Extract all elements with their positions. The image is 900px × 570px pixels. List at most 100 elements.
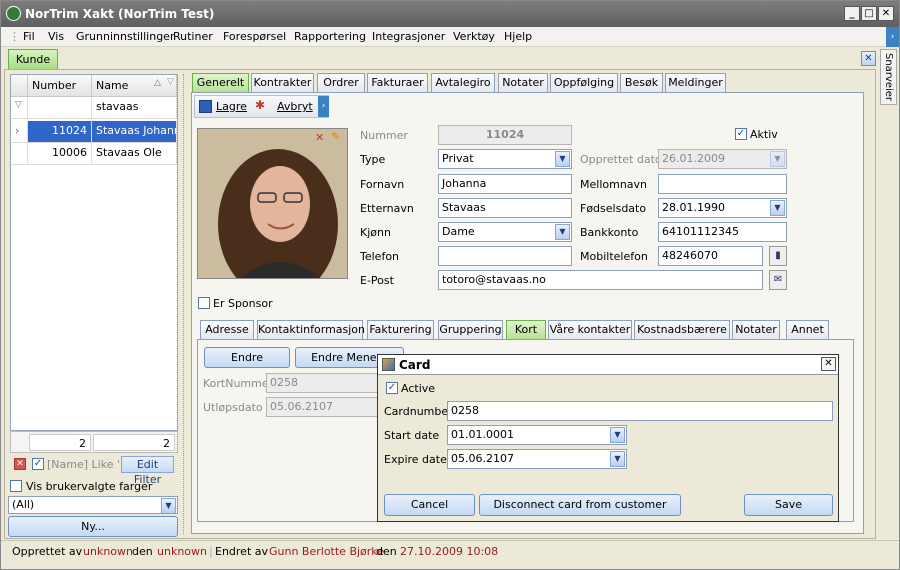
start-date-field[interactable]: 01.01.0001 ▼	[447, 425, 627, 445]
subtab-kort[interactable]: Kort	[506, 320, 546, 339]
chevron-down-icon[interactable]: ▼	[161, 498, 176, 513]
chevron-down-icon[interactable]: ▼	[770, 200, 785, 216]
tab-ordrer[interactable]: Ordrer	[317, 73, 365, 92]
fornavn-field[interactable]: Johanna	[438, 174, 572, 194]
table-row-number[interactable]: 10006	[28, 143, 92, 165]
menu-rutiner[interactable]: Rutiner	[173, 30, 213, 43]
subtab-kontaktinformasjon[interactable]: Kontaktinformasjon	[257, 320, 365, 339]
list-footer: 2 2	[10, 431, 178, 453]
kjonn-select[interactable]: Dame ▼	[438, 222, 572, 242]
label-expire-date: Expire date	[384, 453, 447, 466]
mail-icon[interactable]: ✉	[769, 270, 787, 290]
save-button[interactable]: Lagre	[216, 100, 247, 113]
close-tab-icon[interactable]: ✕	[861, 51, 876, 66]
count-cell: 2	[93, 434, 175, 451]
edit-photo-icon[interactable]: ✎	[331, 130, 340, 143]
tab-kunde[interactable]: Kunde	[8, 49, 58, 69]
delete-photo-icon[interactable]: ✕	[315, 131, 324, 144]
col-number-header[interactable]: Number	[28, 75, 92, 97]
card-icon	[382, 358, 395, 371]
phone-icon[interactable]: ▮	[769, 246, 787, 266]
tab-oppfolging[interactable]: Oppfølging	[550, 73, 618, 92]
subtab-gruppering[interactable]: Gruppering	[438, 320, 503, 339]
menu-integrasjoner[interactable]: Integrasjoner	[372, 30, 445, 43]
active-checkbox[interactable]: ✓	[386, 382, 398, 394]
filter-expression: [Name] Like '...	[47, 458, 131, 471]
menu-chevron-right-icon[interactable]: ›	[886, 27, 899, 47]
filter-name-cell[interactable]: stavaas	[92, 97, 177, 119]
filter-icon[interactable]: ▽	[167, 77, 174, 87]
expire-date-field[interactable]: 05.06.2107 ▼	[447, 449, 627, 469]
portrait-image	[198, 129, 347, 278]
tab-kontrakter[interactable]: Kontrakter	[251, 73, 314, 92]
filter-enabled-checkbox[interactable]: ✓	[32, 458, 44, 470]
title-bar: NorTrim Xakt (NorTrim Test) _ □ ✕	[1, 1, 899, 27]
chevron-down-icon[interactable]: ▼	[610, 451, 625, 467]
menu-hjelp[interactable]: Hjelp	[504, 30, 532, 43]
epost-field[interactable]: totoro@stavaas.no	[438, 270, 763, 290]
color-select[interactable]: (All) ▼	[8, 496, 178, 514]
subtab-vaare-kontakter[interactable]: Våre kontakter	[548, 320, 632, 339]
telefon-field[interactable]	[438, 246, 572, 266]
table-row-number[interactable]: 11024	[28, 121, 92, 143]
side-tab-snarveier[interactable]: Snarveier	[880, 49, 897, 105]
splitter[interactable]	[183, 74, 186, 534]
endre-button[interactable]: Endre	[204, 347, 290, 368]
filter-number-cell[interactable]	[28, 97, 92, 119]
subtab-annet[interactable]: Annet	[786, 320, 829, 339]
toolbar-chevron-icon[interactable]: ›	[318, 96, 329, 117]
subtab-adresse[interactable]: Adresse	[200, 320, 254, 339]
disconnect-card-button[interactable]: Disconnect card from customer	[479, 494, 681, 516]
tab-generelt[interactable]: Generelt	[192, 73, 249, 92]
created-date-field: 26.01.2009 ▼	[658, 149, 787, 169]
menu-fil[interactable]: Fil	[23, 30, 35, 43]
subtab-notater[interactable]: Notater	[732, 320, 780, 339]
col-name-header[interactable]: Name △ ▽	[92, 75, 177, 97]
close-window-button[interactable]: ✕	[878, 6, 894, 21]
sort-asc-icon: △	[154, 78, 161, 88]
chevron-down-icon[interactable]: ▼	[555, 151, 570, 167]
cardnumber-field[interactable]: 0258	[447, 401, 833, 421]
dialog-close-icon[interactable]: ✕	[821, 357, 836, 371]
label-kortnummer: KortNummer	[203, 377, 274, 390]
menu-vis[interactable]: Vis	[48, 30, 64, 43]
sponsor-checkbox[interactable]	[198, 297, 210, 309]
label-nummer: Nummer	[360, 129, 408, 142]
minimize-button[interactable]: _	[844, 6, 860, 21]
mobiltelefon-field[interactable]: 48246070	[658, 246, 763, 266]
menu-grunninnstillinger[interactable]: Grunninnstillinger	[76, 30, 174, 43]
label-bankkonto: Bankkonto	[580, 226, 639, 239]
menu-verktoy[interactable]: Verktøy	[453, 30, 495, 43]
dialog-cancel-button[interactable]: Cancel	[384, 494, 475, 516]
tab-meldinger[interactable]: Meldinger	[665, 73, 726, 92]
label-active: Active	[401, 382, 436, 395]
table-row-name[interactable]: Stavaas Ole	[92, 143, 177, 165]
clear-filter-icon[interactable]: ✕	[14, 458, 26, 470]
maximize-button[interactable]: □	[861, 6, 877, 21]
vis-farger-checkbox[interactable]	[10, 480, 22, 492]
label-fornavn: Fornavn	[360, 178, 405, 191]
chevron-down-icon[interactable]: ▼	[555, 224, 570, 240]
aktiv-checkbox[interactable]: ✓	[735, 128, 747, 140]
edit-filter-button[interactable]: Edit Filter	[121, 456, 174, 486]
tab-avtalegiro[interactable]: Avtalegiro	[431, 73, 495, 92]
type-select[interactable]: Privat ▼	[438, 149, 572, 169]
menu-rapportering[interactable]: Rapportering	[294, 30, 366, 43]
subtab-fakturering[interactable]: Fakturering	[367, 320, 434, 339]
chevron-down-icon[interactable]: ▼	[610, 427, 625, 443]
cancel-button[interactable]: Avbryt	[277, 100, 313, 113]
fodselsdato-field[interactable]: 28.01.1990 ▼	[658, 198, 787, 218]
table-row-name[interactable]: Stavaas Johanna	[92, 121, 177, 143]
menu-foresporsel[interactable]: Forespørsel	[223, 30, 286, 43]
tab-fakturaer[interactable]: Fakturaer	[367, 73, 428, 92]
status-created-by: unknown	[83, 545, 133, 558]
mellomnavn-field[interactable]	[658, 174, 787, 194]
bankkonto-field[interactable]: 64101112345	[658, 222, 787, 242]
tab-notater[interactable]: Notater	[498, 73, 548, 92]
dialog-save-button[interactable]: Save	[744, 494, 833, 516]
etternavn-field[interactable]: Stavaas	[438, 198, 572, 218]
new-customer-button[interactable]: Ny...	[8, 516, 178, 537]
save-icon	[199, 100, 212, 113]
subtab-kostnadsbaerere[interactable]: Kostnadsbærere	[634, 320, 730, 339]
tab-besok[interactable]: Besøk	[620, 73, 663, 92]
